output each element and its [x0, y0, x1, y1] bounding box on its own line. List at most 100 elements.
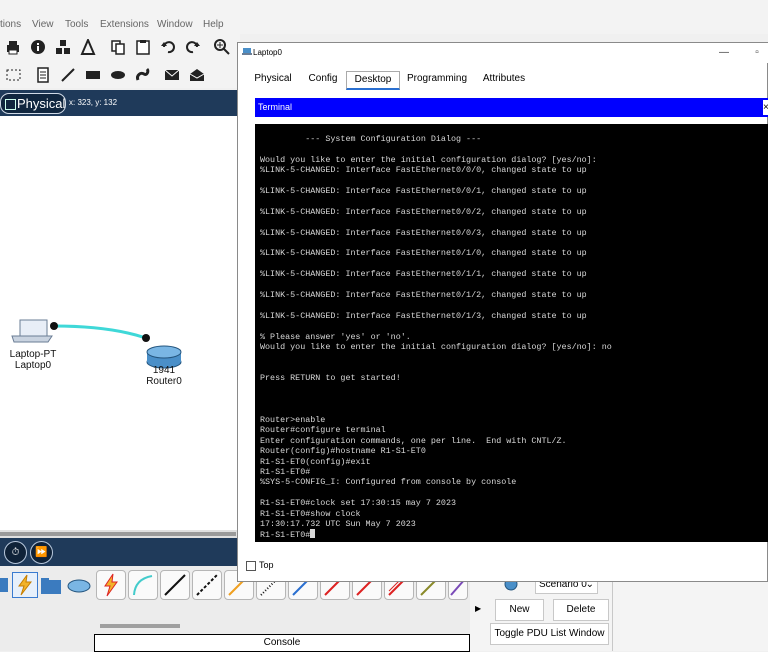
selected-cable-label: Console: [94, 634, 470, 652]
main-toolbar: [0, 34, 240, 62]
print-icon[interactable]: [5, 39, 21, 55]
menu-tools[interactable]: Tools: [65, 19, 88, 30]
line-icon[interactable]: [60, 67, 76, 83]
scrollbar-thumb[interactable]: [0, 532, 236, 536]
toggle-pdu-list-button[interactable]: Toggle PDU List Window: [490, 623, 609, 645]
maximize-icon[interactable]: ▫: [749, 45, 765, 61]
terminal-line: R1-S1-ET0#clock set 17:30:15 may 7 2023: [260, 498, 457, 509]
open-mail-icon[interactable]: [189, 67, 205, 83]
menu-help[interactable]: Help: [203, 19, 224, 30]
terminal-line: Router>enable: [260, 414, 326, 425]
laptop-app-icon: [242, 48, 252, 55]
workspace-scrollbar[interactable]: [0, 530, 240, 538]
menu-extensions[interactable]: Extensions: [100, 19, 149, 30]
realtime-clock-icon[interactable]: ⏱: [4, 541, 27, 564]
terminal-line: %LINK-5-CHANGED: Interface FastEthernet0…: [260, 227, 587, 238]
info-icon[interactable]: [30, 39, 46, 55]
straight-through-cable-icon[interactable]: [160, 570, 190, 600]
console-cable-icon[interactable]: [128, 570, 158, 600]
router-device[interactable]: 1941 Router0: [140, 365, 188, 387]
new-scenario-button[interactable]: New: [495, 599, 544, 621]
terminal-line: %LINK-5-CHANGED: Interface FastEthernet0…: [260, 310, 587, 321]
terminal-console[interactable]: --- System Configuration Dialog --- Woul…: [255, 124, 768, 542]
window-title: Laptop0: [253, 48, 282, 57]
multiuser-category-icon: [67, 579, 91, 593]
menu-view[interactable]: View: [32, 19, 54, 30]
laptop-window: Laptop0 — ▫ Physical Config Desktop Prog…: [237, 42, 768, 582]
auto-connection-icon[interactable]: [96, 570, 126, 600]
window-titlebar[interactable]: Laptop0 — ▫: [238, 43, 768, 63]
router-model-label: 1941: [152, 365, 176, 376]
pdu-panel: Scenario 0 ⌄ ▶ New Delete Toggle PDU Lis…: [470, 576, 768, 651]
terminal-line: Enter configuration commands, one per li…: [260, 435, 567, 446]
physical-mode-button[interactable]: Physical: [0, 93, 66, 114]
laptop-device[interactable]: Laptop-PT Laptop0: [6, 349, 60, 371]
terminal-line: %SYS-5-CONFIG_I: Configured from console…: [260, 477, 517, 488]
terminal-line: % Please answer 'yes' or 'no'.: [260, 331, 411, 342]
terminal-line: %LINK-5-CHANGED: Interface FastEthernet0…: [260, 206, 587, 217]
minimize-icon[interactable]: —: [716, 45, 732, 61]
grid-icon: [5, 99, 16, 110]
cable-endpoint-laptop: [50, 322, 58, 330]
terminal-cursor: [310, 529, 316, 539]
close-icon[interactable]: ×: [763, 100, 768, 115]
terminal-title: Terminal: [258, 102, 293, 112]
terminal-line: %LINK-5-CHANGED: Interface FastEthernet0…: [260, 186, 587, 197]
laptop-type-label: Laptop-PT: [9, 349, 57, 360]
tab-config[interactable]: Config: [304, 71, 342, 87]
tab-physical[interactable]: Physical: [250, 71, 296, 87]
device-tabs: Physical Config Desktop Programming Attr…: [238, 69, 768, 90]
terminal-line: R1-S1-ET0(config)#exit: [260, 456, 371, 467]
cable-endpoint-router: [142, 334, 150, 342]
cursor-coordinates: x: 323, y: 132: [69, 98, 118, 107]
menu-options[interactable]: tions: [0, 19, 21, 30]
terminal-line: Would you like to enter the initial conf…: [260, 154, 597, 165]
connections-category-button[interactable]: [12, 572, 38, 598]
copy-icon[interactable]: [110, 39, 126, 55]
top-checkbox[interactable]: [246, 561, 256, 571]
terminal-line: Router(config)#hostname R1-S1-ET0: [260, 446, 426, 457]
font-icon[interactable]: [80, 37, 96, 55]
workspace-mode-bar: Physical x: 323, y: 132: [0, 90, 240, 116]
terminal-line: R1-S1-ET0#: [260, 530, 311, 541]
ellipse-icon[interactable]: [110, 67, 126, 83]
laptop-icon: [11, 319, 53, 343]
terminal-line: --- System Configuration Dialog ---: [260, 134, 482, 144]
tab-programming[interactable]: Programming: [404, 71, 470, 87]
palette-scrollbar[interactable]: [100, 624, 180, 628]
terminal-line: Would you like to enter the initial conf…: [260, 342, 612, 353]
tab-desktop[interactable]: Desktop: [346, 71, 400, 90]
laptop-name-label: Laptop0: [14, 360, 52, 371]
mail-icon[interactable]: [164, 67, 180, 83]
select-area-icon[interactable]: [6, 67, 22, 83]
misc-category-icon: [41, 578, 61, 594]
undo-icon[interactable]: [160, 39, 176, 55]
terminal-line: R1-S1-ET0#: [260, 467, 311, 477]
terminal-output: --- System Configuration Dialog --- Woul…: [260, 134, 612, 541]
drawing-toolbar: [0, 62, 240, 88]
terminal-line: %LINK-5-CHANGED: Interface FastEthernet0…: [260, 290, 587, 301]
terminal-line: R1-S1-ET0#show clock: [260, 508, 361, 519]
paste-icon[interactable]: [135, 39, 151, 55]
tab-attributes[interactable]: Attributes: [478, 71, 530, 87]
ethernet-cable: [53, 324, 147, 340]
crossover-cable-icon[interactable]: [192, 570, 222, 600]
menu-bar: tions View Tools Extensions Window Help: [0, 0, 768, 34]
router-name-label: Router0: [146, 376, 182, 387]
terminal-line: Router#configure terminal: [260, 425, 386, 436]
fast-forward-icon[interactable]: ⏩: [30, 541, 53, 564]
network-info-icon[interactable]: [55, 39, 71, 55]
freeform-icon[interactable]: [135, 67, 151, 83]
note-icon[interactable]: [35, 67, 51, 83]
panel-divider: [612, 582, 613, 651]
terminal-line: %LINK-5-CHANGED: Interface FastEthernet0…: [260, 248, 587, 259]
delete-scenario-button[interactable]: Delete: [553, 599, 609, 621]
terminal-line: 17:30:17.732 UTC Sun May 7 2023: [260, 519, 416, 530]
redo-icon[interactable]: [185, 39, 201, 55]
zoom-in-icon[interactable]: [214, 39, 230, 55]
menu-window[interactable]: Window: [157, 19, 193, 30]
expand-arrow-icon[interactable]: ▶: [475, 604, 481, 613]
rectangle-icon[interactable]: [85, 67, 101, 83]
logical-workspace[interactable]: Laptop-PT Laptop0 1941 Router0: [0, 116, 240, 532]
terminal-header: Terminal: [255, 98, 768, 117]
